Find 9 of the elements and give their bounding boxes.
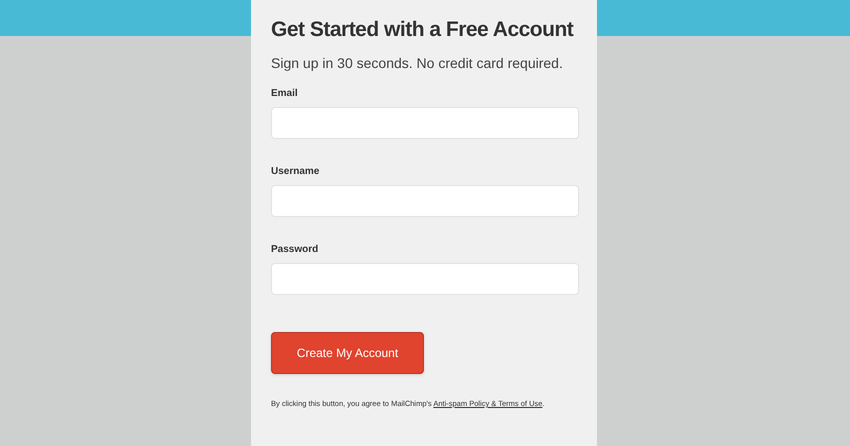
- form-title: Get Started with a Free Account: [271, 17, 574, 43]
- field-label: Username: [271, 165, 320, 179]
- field-label: Email: [271, 87, 298, 101]
- create-account-button[interactable]: Create My Account: [271, 332, 424, 374]
- field-label: Password: [271, 243, 318, 257]
- form-subtitle: Sign up in 30 seconds. No credit card required.: [271, 54, 564, 73]
- input-field[interactable]: [271, 263, 579, 295]
- input-field[interactable]: [271, 107, 579, 139]
- input-field[interactable]: [271, 185, 579, 217]
